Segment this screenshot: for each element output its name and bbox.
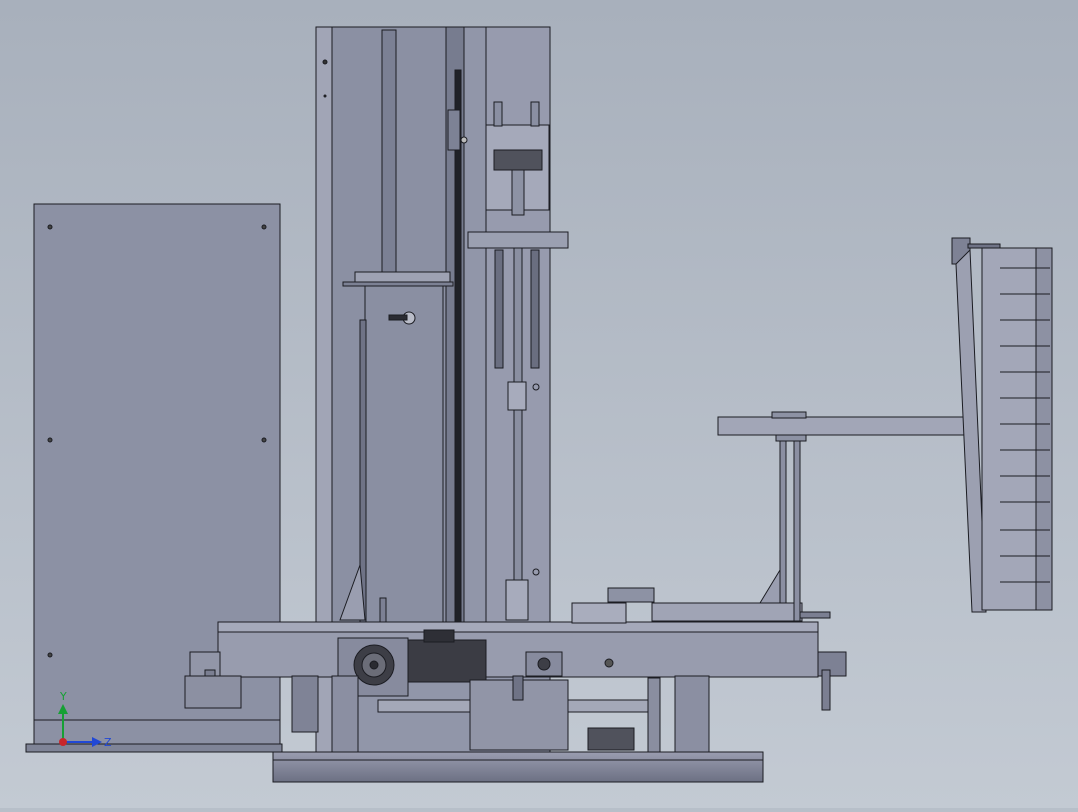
axis-z-label: Z — [104, 736, 112, 749]
base-assembly — [272, 675, 764, 783]
machine-side-view-drawing: Y Z — [0, 0, 1078, 808]
axis-y-label: Y — [59, 690, 67, 703]
cad-viewport[interactable]: Y Z — [0, 0, 1078, 808]
